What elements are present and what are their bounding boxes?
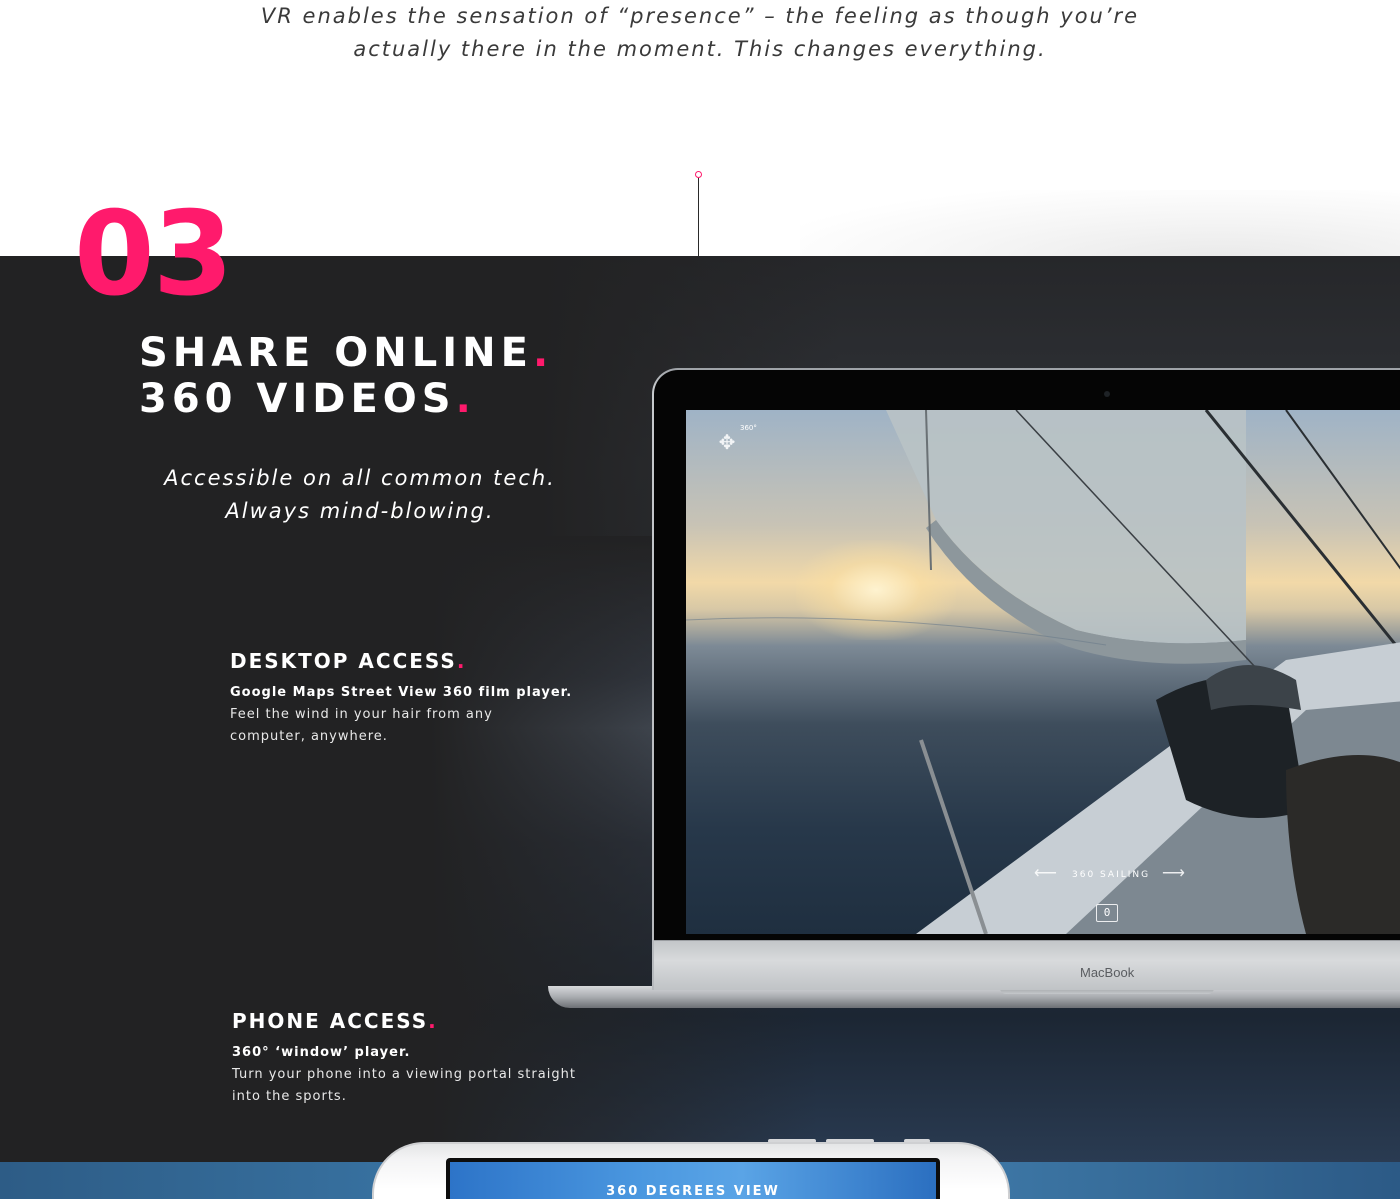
video-caption: 360 SAILING [1072,870,1151,880]
sailboat-illustration [686,410,1400,934]
tagline-line: Always mind-blowing. [225,499,495,523]
title-accent-dot: . [428,1009,438,1033]
section-tagline: Accessible on all common tech. Always mi… [140,462,580,528]
background-fog [800,190,1400,260]
timeline-line [698,178,699,258]
laptop: ✥ 360° ⟵ 360 SAILING ⟶ 0 MacBook [652,368,1400,990]
desktop-access-feature: DESKTOP ACCESS. Google Maps Street View … [230,648,572,748]
feature-description-line: Feel the wind in your hair from any [230,707,493,722]
feature-title-text: PHONE ACCESS [232,1009,429,1033]
section-title-line: SHARE ONLINE [139,330,533,376]
section-title: SHARE ONLINE. 360 VIDEOS. [139,330,553,422]
laptop-brand: MacBook [1080,965,1135,980]
feature-subtitle: 360° ‘window’ player. [232,1045,411,1060]
section-title-line: 360 VIDEOS [139,376,456,422]
phone-screen: 360 DEGREES VIEW [446,1158,940,1199]
title-accent-dot: . [455,376,476,422]
intro-quote-line: actually there in the moment. This chang… [353,37,1047,61]
phone-device: 360 DEGREES VIEW [372,1142,1010,1199]
timeline-dot [695,171,702,178]
step-number: 03 [74,187,233,322]
intro-quote-line: VR enables the sensation of “presence” –… [260,4,1140,28]
phone-view-label: 360 DEGREES VIEW [606,1184,780,1199]
feature-description-line: computer, anywhere. [230,729,388,744]
move-arrows-icon[interactable]: ✥ [712,428,742,458]
feature-description: Feel the wind in your hair from any comp… [230,704,572,748]
phone-access-feature: PHONE ACCESS. 360° ‘window’ player. Turn… [232,1008,576,1108]
feature-title-text: DESKTOP ACCESS [230,649,457,673]
intro-quote: VR enables the sensation of “presence” –… [0,0,1400,66]
camera-icon [1104,391,1110,397]
laptop-chin [654,940,1400,990]
tagline-line: Accessible on all common tech. [164,466,556,490]
video-player[interactable]: ✥ 360° ⟵ 360 SAILING ⟶ 0 [686,410,1400,934]
vr-mode-icon[interactable]: 0 [1096,904,1118,922]
feature-title: PHONE ACCESS. [232,1008,576,1034]
title-accent-dot: . [532,330,554,376]
arrow-left-icon[interactable]: ⟵ [1034,863,1057,883]
laptop-bezel: ✥ 360° ⟵ 360 SAILING ⟶ 0 MacBook [654,370,1400,990]
feature-description-line: Turn your phone into a viewing portal st… [232,1067,576,1082]
phone-display[interactable]: 360 DEGREES VIEW [450,1162,936,1199]
feature-description-line: into the sports. [232,1089,347,1104]
feature-description: Turn your phone into a viewing portal st… [232,1064,576,1108]
360-badge: 360° [740,424,757,432]
feature-subtitle: Google Maps Street View 360 film player. [230,685,573,700]
title-accent-dot: . [456,649,467,673]
arrow-right-icon[interactable]: ⟶ [1162,863,1185,883]
feature-title: DESKTOP ACCESS. [230,648,572,674]
